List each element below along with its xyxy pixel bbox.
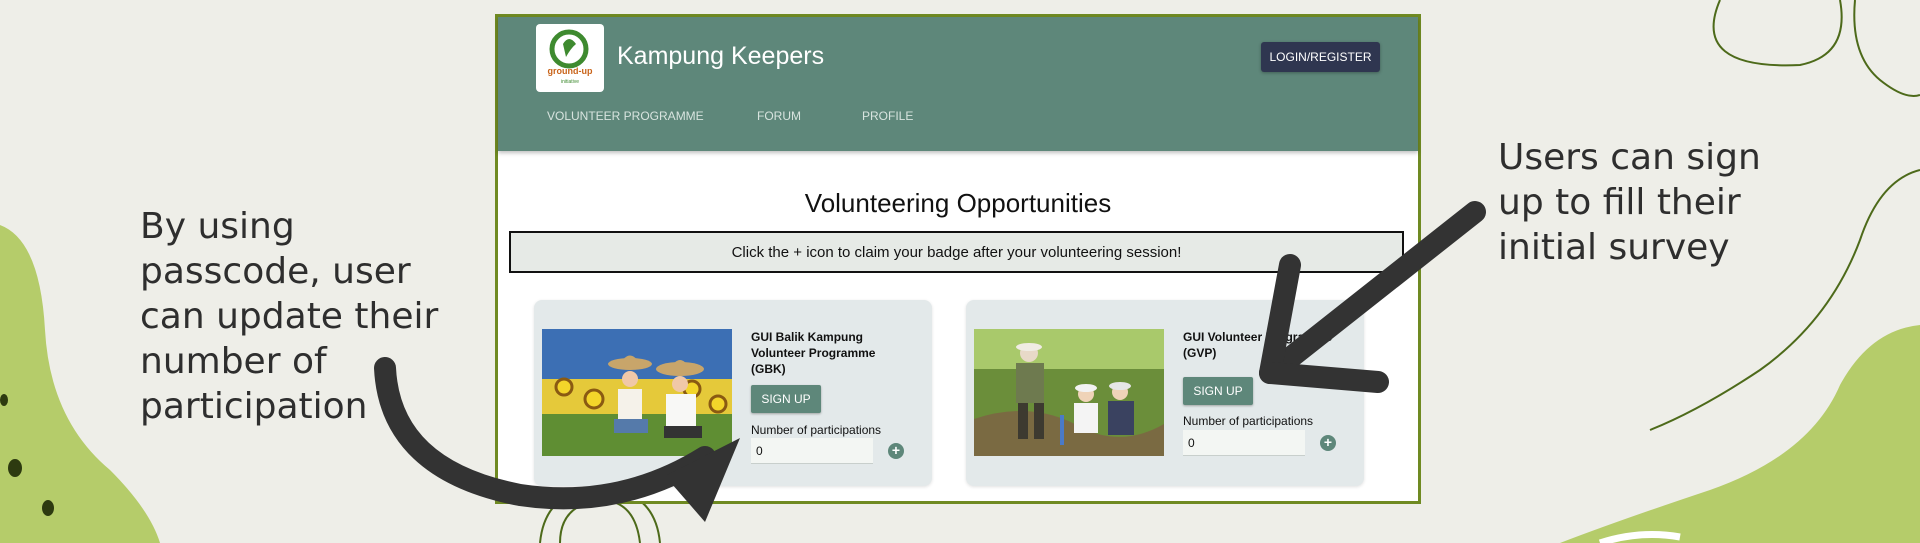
svg-text:ground-up: ground-up [548,66,593,76]
login-register-button[interactable]: LOGIN/REGISTER [1261,42,1380,72]
svg-text:initiative: initiative [561,79,579,85]
programme-title: GUI Balik Kampung Volunteer Programme (G… [751,330,876,376]
claim-badge-plus-icon[interactable]: + [888,443,904,459]
app-header: ground-up initiative Kampung Keepers LOG… [498,17,1418,151]
ground-up-logo-icon: ground-up initiative [548,29,593,85]
participation-input[interactable] [1183,430,1305,456]
participation-label: Number of participations [1183,414,1314,428]
logo: ground-up initiative [536,24,604,92]
participation-input[interactable] [751,438,873,464]
nav-profile[interactable]: PROFILE [862,109,913,123]
page-title: Volunteering Opportunities [804,188,1112,218]
app-window: ground-up initiative Kampung Keepers LOG… [495,14,1421,504]
caption-signup: Users can sign up to fill their initial … [1498,137,1761,268]
programme-card-gvp: GUI Volunteer Programme (GVP) SIGN UP Nu… [966,300,1364,486]
badge-notice: Click the + icon to claim your badge aft… [509,231,1404,273]
caption-passcode: By using passcode, user can update their… [140,206,439,427]
programme-card-gbk: GUI Balik Kampung Volunteer Programme (G… [534,300,932,486]
app-title: Kampung Keepers [617,42,825,70]
signup-button[interactable]: SIGN UP [1183,377,1253,405]
programme-photo [974,329,1164,456]
programme-photo [542,329,732,456]
nav-volunteer-programme[interactable]: VOLUNTEER PROGRAMME [547,109,704,123]
programme-title: GUI Volunteer Programme (GVP) [1183,330,1333,360]
nav-forum[interactable]: FORUM [757,109,801,123]
signup-button[interactable]: SIGN UP [751,385,821,413]
claim-badge-plus-icon[interactable]: + [1320,435,1336,451]
participation-label: Number of participations [751,423,882,437]
